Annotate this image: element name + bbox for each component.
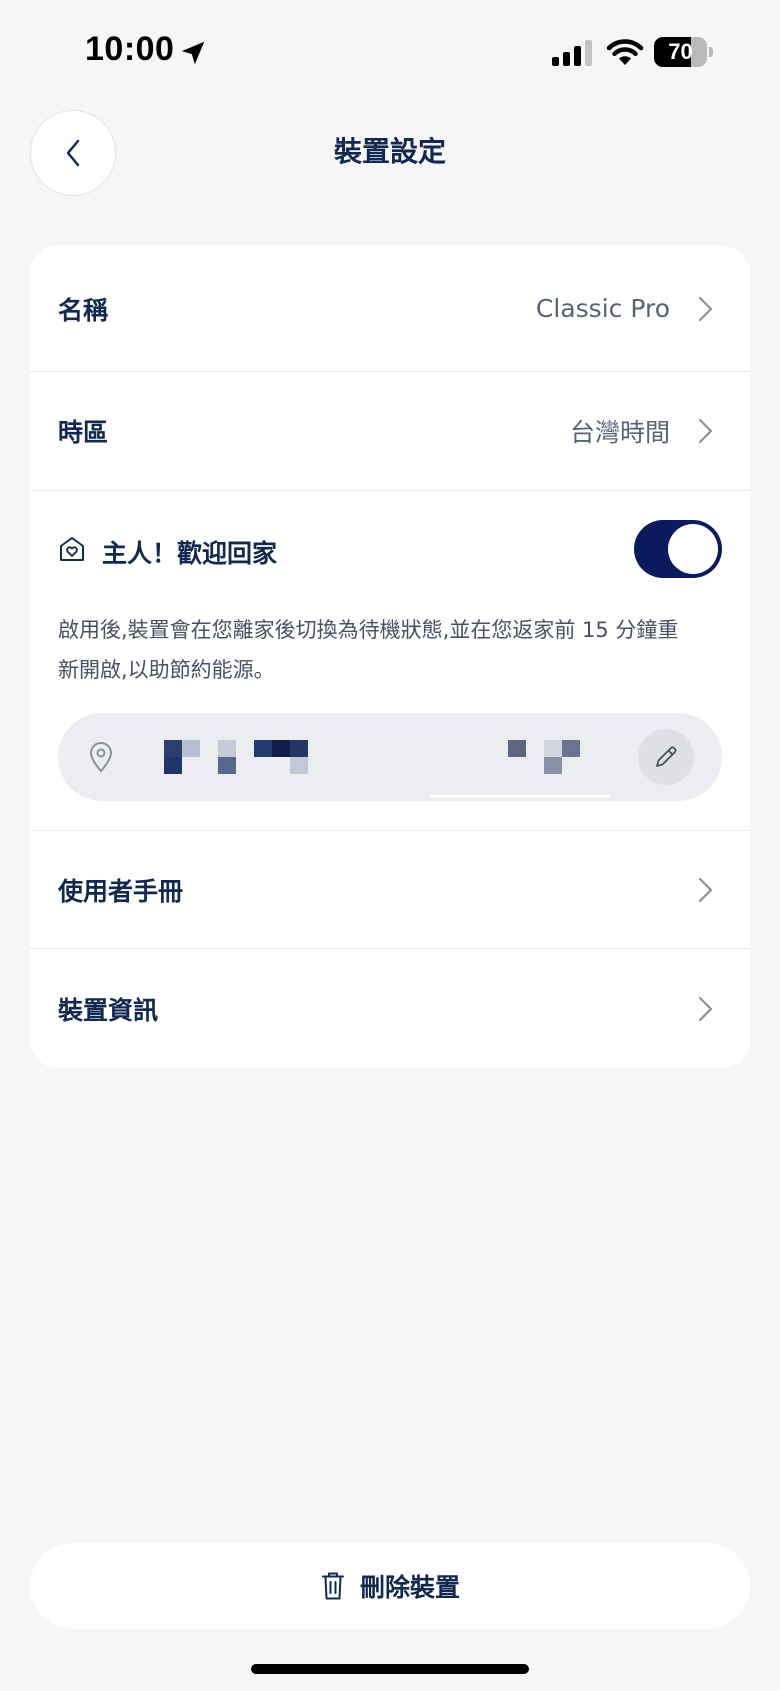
wifi-icon: [606, 39, 644, 65]
chevron-right-icon: [698, 296, 713, 321]
home-heart-icon: [60, 537, 84, 561]
home-location-field[interactable]: [58, 713, 722, 801]
battery-body: 70: [654, 37, 707, 67]
welcome-home-title: 主人！歡迎回家: [102, 539, 278, 568]
redaction-block: [182, 740, 200, 757]
pencil-icon: [656, 746, 677, 767]
battery-tip: [709, 47, 713, 57]
status-bar: 10:00 70: [0, 0, 780, 100]
redaction-block: [290, 757, 308, 774]
redaction-block: [164, 740, 182, 757]
page-title: 裝置設定: [333, 135, 446, 168]
redaction-block: [254, 740, 272, 757]
timezone-value: 台灣時間: [569, 418, 670, 447]
delete-device-button[interactable]: 刪除裝置: [30, 1543, 750, 1629]
timezone-row[interactable]: 時區 台灣時間: [30, 372, 750, 491]
name-label: 名稱: [58, 295, 109, 325]
battery-level: 70: [668, 39, 693, 64]
home-indicator[interactable]: [251, 1664, 529, 1674]
redaction-block: [544, 757, 562, 774]
device-info-label: 裝置資訊: [58, 995, 159, 1025]
delete-device-label: 刪除裝置: [359, 1573, 460, 1602]
name-value: Classic Pro: [535, 294, 670, 323]
settings-card: 名稱 Classic Pro 時區 台灣時間 主人！歡迎回家 啟用後,裝置會在您…: [30, 246, 750, 1068]
trash-icon: [321, 1572, 344, 1600]
toggle-knob: [668, 524, 718, 574]
redaction-block: [544, 740, 562, 757]
redaction-block: [218, 740, 236, 757]
name-row[interactable]: 名稱 Classic Pro: [30, 246, 750, 372]
location-arrow-icon: [181, 41, 205, 65]
user-manual-label: 使用者手冊: [58, 876, 184, 906]
timezone-label: 時區: [58, 418, 109, 447]
welcome-home-toggle[interactable]: [634, 520, 722, 578]
redaction-block: [290, 740, 308, 757]
location-pin-icon: [89, 742, 113, 773]
welcome-home-description: 啟用後,裝置會在您離家後切換為待機狀態,並在您返家前 15 分鐘重 新開啟,以助…: [58, 610, 728, 690]
edit-location-button[interactable]: [638, 729, 694, 785]
cellular-signal-icon: [552, 40, 592, 66]
redaction-block: [218, 757, 236, 774]
description-line-2: 新開啟,以助節約能源。: [58, 658, 275, 682]
chevron-right-icon: [698, 996, 713, 1021]
chevron-right-icon: [698, 877, 713, 902]
field-underline: [430, 795, 610, 798]
redaction-block: [272, 740, 290, 757]
redaction-block: [562, 740, 580, 757]
battery-indicator: 70: [654, 37, 713, 67]
device-info-row[interactable]: 裝置資訊: [30, 949, 750, 1068]
redaction-block: [508, 740, 526, 757]
user-manual-row[interactable]: 使用者手冊: [30, 831, 750, 949]
redaction-block: [164, 757, 182, 774]
chevron-right-icon: [698, 418, 713, 444]
description-line-1: 啟用後,裝置會在您離家後切換為待機狀態,並在您返家前 15 分鐘重: [58, 618, 679, 642]
status-time: 10:00: [85, 30, 175, 68]
